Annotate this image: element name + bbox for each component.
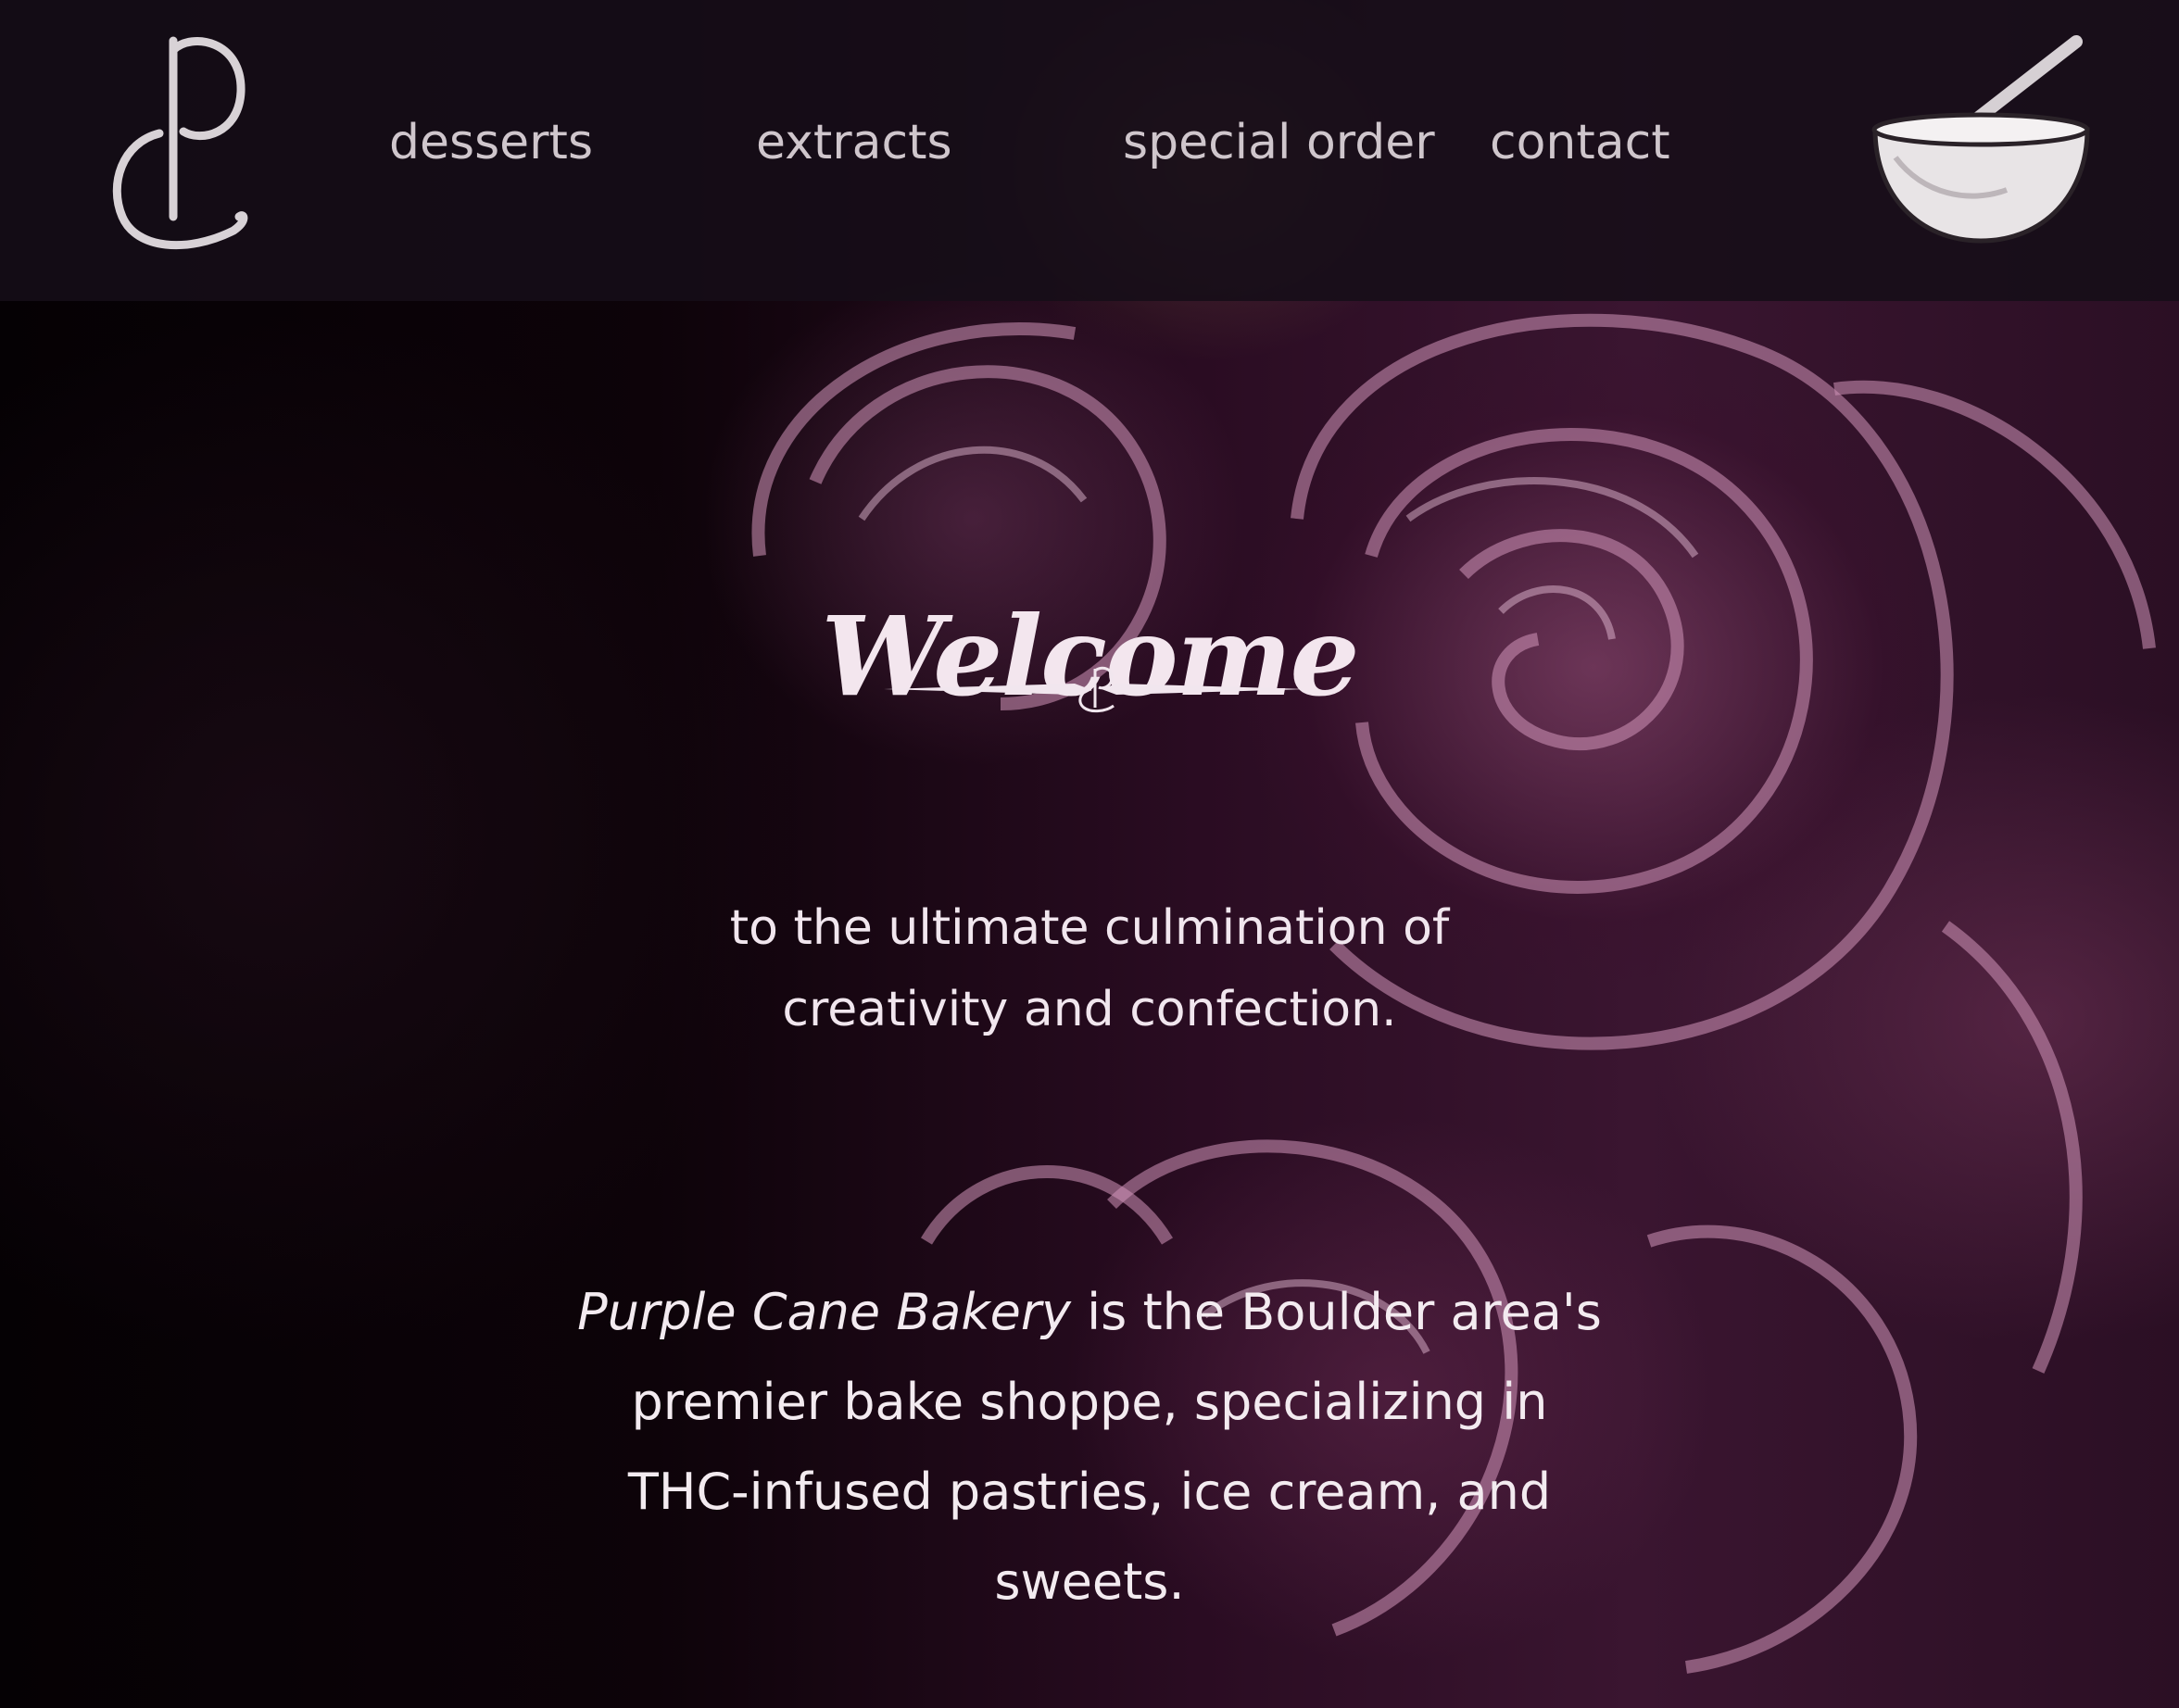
purple-cane-monogram-icon[interactable]: [104, 22, 252, 254]
tagline-line-1: to the ultimate culmination of: [729, 900, 1450, 956]
bakery-description: Purple Cane Bakery is the Boulder area's…: [0, 1267, 2179, 1626]
mixing-bowl-icon[interactable]: [1868, 28, 2095, 250]
nav-extracts[interactable]: extracts: [756, 115, 952, 170]
brand-name: Purple Cane Bakery: [577, 1283, 1072, 1341]
nav-desserts[interactable]: desserts: [389, 115, 593, 170]
monogram-flourish-icon: [884, 666, 1307, 713]
description-line-1-rest: is the Boulder area's: [1071, 1283, 1602, 1341]
description-line-1: Purple Cane Bakery is the Boulder area's: [0, 1267, 2179, 1357]
description-line-3: THC-infused pastries, ice cream, and: [627, 1463, 1552, 1521]
tagline-line-2: creativity and confection.: [782, 982, 1397, 1037]
site-header: desserts extracts special order contact: [0, 0, 2179, 301]
nav-special-order[interactable]: special order: [1123, 115, 1435, 170]
description-line-4: sweets.: [994, 1552, 1185, 1611]
description-line-2: premier bake shoppe, specializing in: [631, 1373, 1548, 1431]
welcome-tagline: to the ultimate culmination of creativit…: [0, 887, 2179, 1050]
nav-contact[interactable]: contact: [1490, 115, 1670, 170]
